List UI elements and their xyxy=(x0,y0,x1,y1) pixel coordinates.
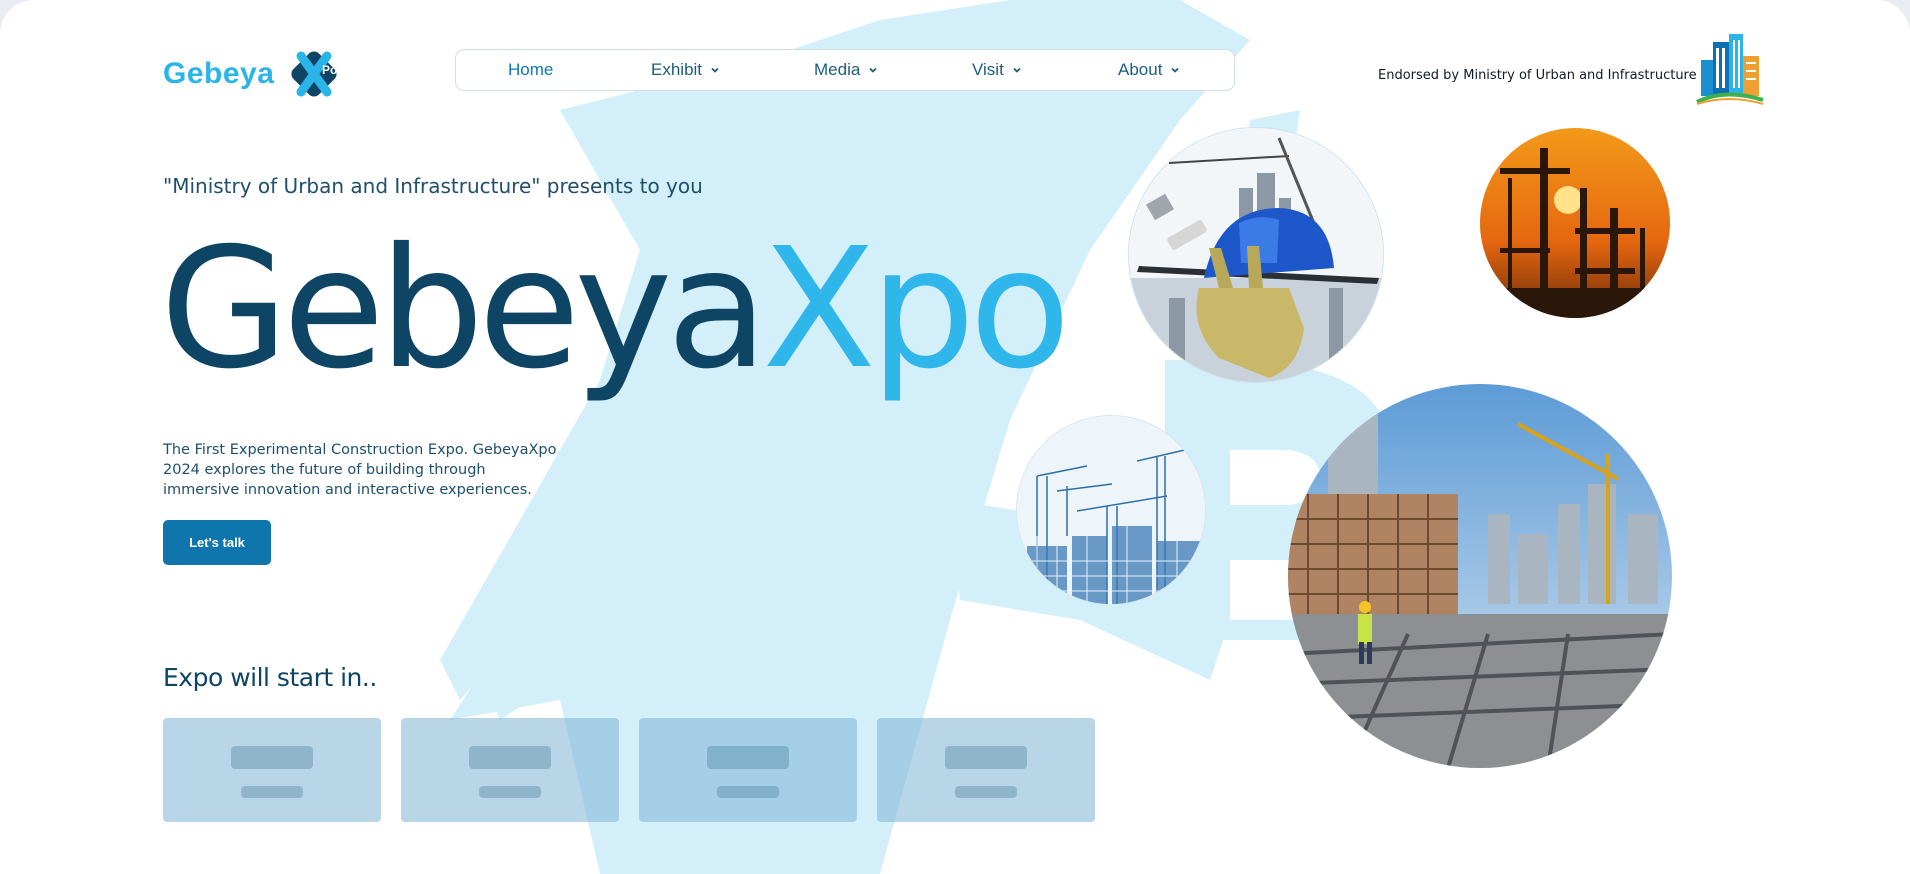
brand-name: Gebeya xyxy=(163,57,275,90)
nav-item-label: Exhibit xyxy=(651,60,703,79)
countdown-value-placeholder xyxy=(707,746,789,769)
countdown-value-placeholder xyxy=(469,746,551,769)
main-nav: Home Exhibit Media Visit About xyxy=(455,49,1235,91)
chevron-down-icon xyxy=(711,67,719,73)
svg-text:Po: Po xyxy=(322,63,337,77)
countdown-value-placeholder xyxy=(945,746,1027,769)
city-buildings-icon xyxy=(1696,34,1764,105)
helmet-tools-photo xyxy=(1128,127,1384,383)
presents-tagline: "Ministry of Urban and Infrastructure" p… xyxy=(163,174,703,198)
nav-item-visit[interactable]: Visit xyxy=(972,50,1022,90)
endorsement-text: Endorsed by Ministry of Urban and Infras… xyxy=(1378,68,1697,83)
nav-item-label: Media xyxy=(814,60,861,79)
countdown-label-placeholder xyxy=(241,786,303,798)
countdown-box-hours xyxy=(401,718,619,822)
countdown-box-days xyxy=(163,718,381,822)
chevron-down-icon xyxy=(1013,67,1021,73)
sunset-construction-photo xyxy=(1480,128,1670,318)
countdown-title: Expo will start in.. xyxy=(163,663,377,692)
countdown-label-placeholder xyxy=(955,786,1017,798)
brand-logo[interactable]: Gebeya Po xyxy=(163,44,344,104)
chevron-down-icon xyxy=(869,67,877,73)
countdown-value-placeholder xyxy=(231,746,313,769)
nav-item-media[interactable]: Media xyxy=(814,50,878,90)
cranes-sketch-photo xyxy=(1016,415,1206,605)
nav-item-home[interactable]: Home xyxy=(508,50,553,90)
nav-item-label: Visit xyxy=(972,60,1004,79)
countdown-box-seconds xyxy=(877,718,1095,822)
chevron-down-icon xyxy=(1171,67,1180,73)
hero-title-part2: Xpo xyxy=(762,213,1071,406)
nav-item-label: Home xyxy=(508,60,554,79)
construction-site-photo xyxy=(1288,384,1672,768)
countdown-label-placeholder xyxy=(479,786,541,798)
countdown-label-placeholder xyxy=(717,786,779,798)
hero-title: GebeyaXpo xyxy=(160,213,1071,406)
hero-title-part1: Gebeya xyxy=(160,213,768,406)
countdown-box-minutes xyxy=(639,718,857,822)
nav-item-label: About xyxy=(1118,60,1163,79)
xpo-logo-icon: Po xyxy=(291,51,338,97)
page: Gebeya Po Home Exhibit Media Visit About… xyxy=(0,0,1910,874)
nav-item-exhibit[interactable]: Exhibit xyxy=(651,50,720,90)
nav-item-about[interactable]: About xyxy=(1118,50,1180,90)
hero-description: The First Experimental Construction Expo… xyxy=(163,442,557,498)
lets-talk-button[interactable]: Let's talk xyxy=(163,520,271,565)
